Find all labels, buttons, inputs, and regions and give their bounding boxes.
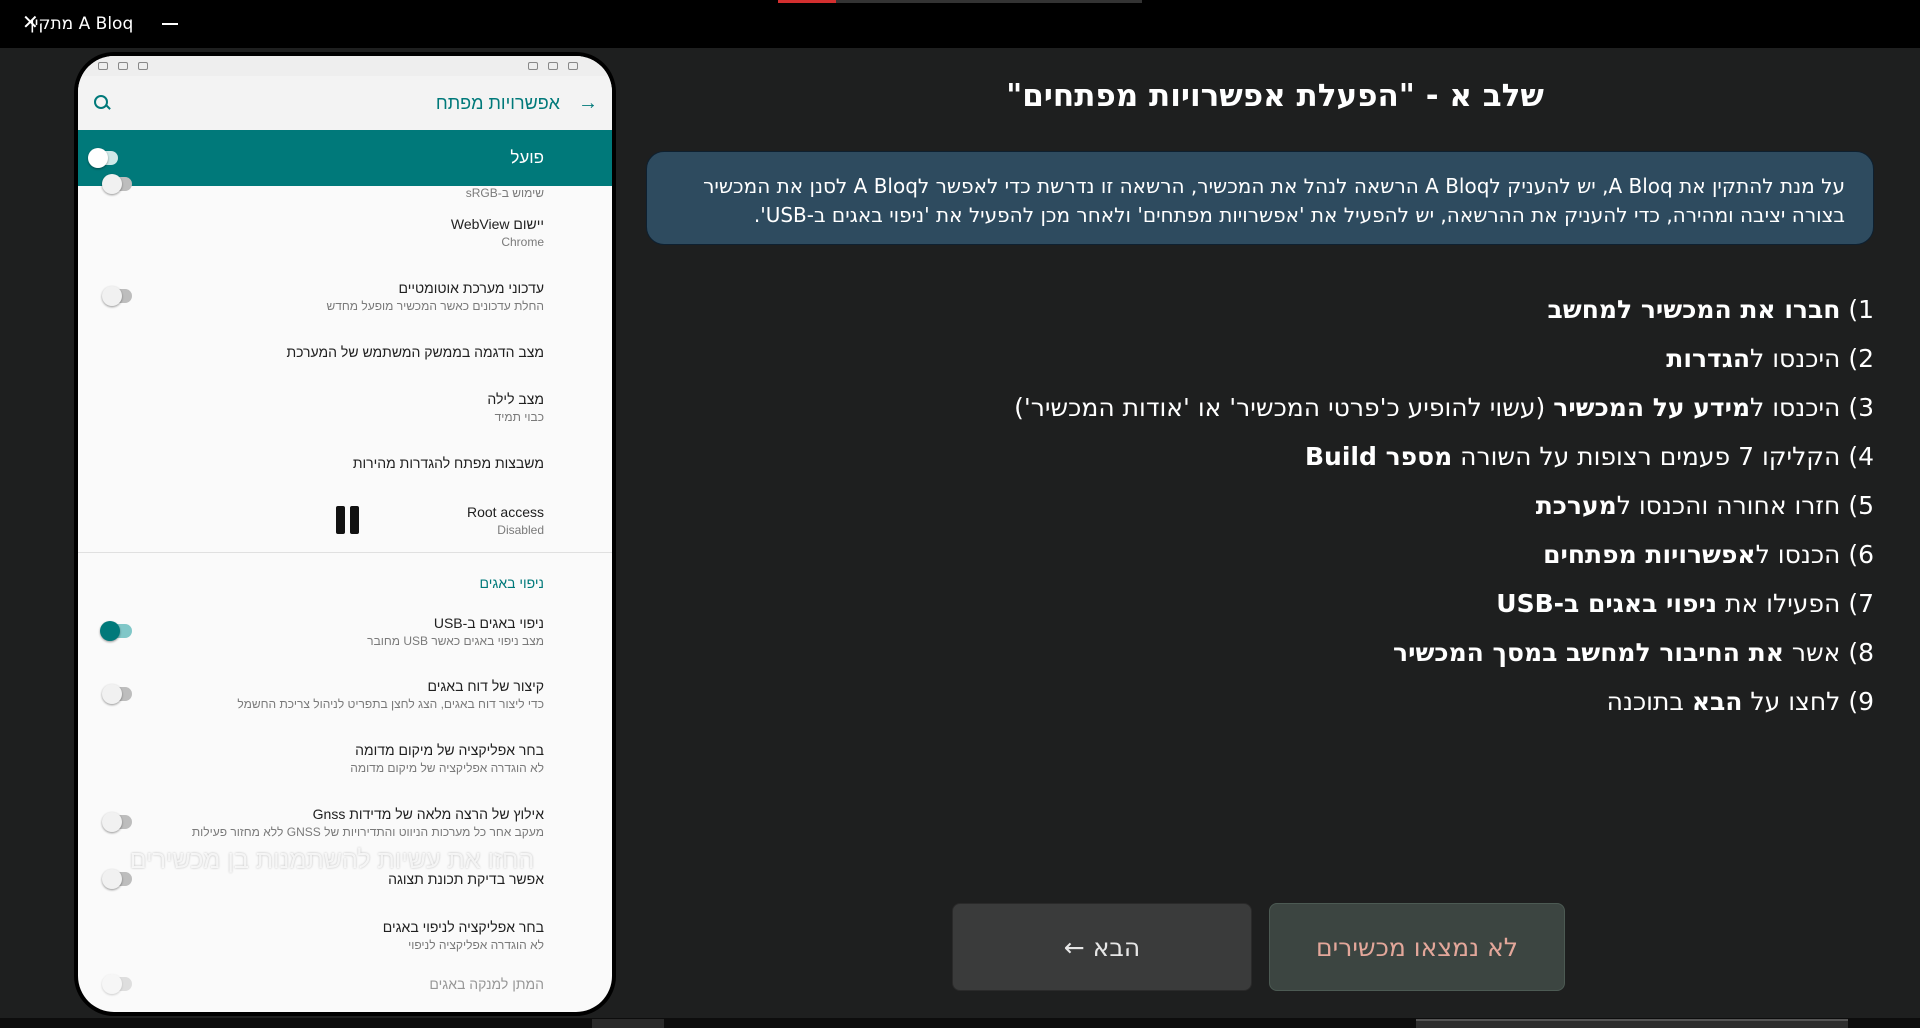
toggle-switch[interactable]: [102, 684, 132, 704]
phone-screen[interactable]: אפשרויות מפתח → פועל שימוש ב-sRGB יישום …: [78, 56, 612, 1012]
master-toggle-bar[interactable]: פועל: [78, 130, 612, 186]
item-title: ניפוי באגים ב-USB: [433, 614, 544, 631]
settings-item[interactable]: בחר אפליקציה של מיקום מדומה לא הוגדרה אפ…: [78, 727, 612, 789]
step-item: 2) היכנסו להגדרות: [1666, 344, 1874, 373]
title-bar: ✕ מתקין A Bloq: [0, 0, 1920, 48]
item-subtitle: שימוש ב-sRGB: [465, 185, 544, 200]
item-subtitle: לא הוגדרה אפליקציה של מיקום מדומה: [350, 760, 544, 775]
status-bar: [78, 56, 612, 76]
settings-item-root-access[interactable]: Root access Disabled: [78, 488, 612, 552]
usb-debugging-toggle[interactable]: [100, 621, 132, 641]
item-subtitle: לא הוגדרה אפליקציה לניפוי: [408, 937, 544, 952]
cast-icon: [528, 62, 538, 70]
phone-mirror: אפשרויות מפתח → פועל שימוש ב-sRGB יישום …: [74, 52, 616, 1016]
steps-list: 1) חברו את המכשיר למחשב 2) היכנסו להגדרו…: [1014, 292, 1874, 733]
section-title-debugging: ניפוי באגים: [479, 575, 544, 591]
window-title: מתקין A Bloq: [30, 14, 134, 34]
back-arrow-icon[interactable]: →: [578, 92, 598, 115]
camera-icon: [138, 62, 148, 70]
step-item: 9) לחצו על הבא בתוכנה: [1606, 687, 1874, 716]
settings-item[interactable]: מצב לילה כבוי תמיד: [78, 376, 612, 438]
step-item: 3) היכנסו למידע על המכשיר (עשוי להופיע כ…: [1014, 393, 1874, 422]
settings-item[interactable]: בחר אפליקציה לניפוי באגים לא הוגדרה אפלי…: [78, 903, 612, 967]
step-item: 5) חזרו אחורה והכנסו למערכת: [1535, 491, 1874, 520]
item-title: המתן למנקה באגים: [429, 976, 544, 992]
item-title: מצב הדגמה בממשק המשתמש של המערכת: [286, 344, 544, 360]
toggle-switch[interactable]: [102, 812, 132, 832]
progress-fill: [778, 0, 837, 3]
item-title: קיצור של דוח באגים: [427, 677, 545, 694]
item-subtitle: Disabled: [497, 522, 544, 537]
scroll-segment: [1416, 1019, 1848, 1028]
settings-item[interactable]: המתן למנקה באגים: [78, 967, 612, 1001]
settings-item[interactable]: קיצור של דוח באגים כדי ליצור דוח באגים, …: [78, 661, 612, 727]
item-subtitle: כבוי תמיד: [494, 409, 544, 424]
settings-item[interactable]: שימוש ב-sRGB: [78, 174, 612, 200]
step-item: 7) הפעילו את ניפוי באגים ב-USB: [1496, 589, 1874, 618]
master-toggle[interactable]: [88, 148, 118, 168]
page-title: שלב א - "הפעלת אפשרויות מפתחים": [1006, 78, 1544, 114]
signal-icon: [568, 62, 578, 70]
step-item: 1) חברו את המכשיר למחשב: [1547, 295, 1874, 324]
toggle-switch[interactable]: [102, 286, 132, 306]
no-devices-button[interactable]: לא נמצאו מכשירים: [1269, 903, 1565, 991]
next-button[interactable]: הבא ←: [952, 903, 1252, 991]
settings-item[interactable]: משבצות מפתח להגדרות מהירות: [78, 438, 612, 488]
step-item: 8) אשר את החיבור למחשב במסך המכשיר: [1393, 638, 1874, 667]
item-title: יישום WebView: [450, 215, 544, 232]
notification-icon: [98, 62, 108, 70]
settings-item-usb-debugging[interactable]: ניפוי באגים ב-USB מצב ניפוי באגים כאשר U…: [78, 601, 612, 661]
app-bar: אפשרויות מפתח →: [78, 76, 612, 130]
item-subtitle: מצב ניפוי באגים כאשר USB מחובר: [367, 633, 544, 648]
pause-icon[interactable]: [336, 506, 362, 534]
app-bar-title: אפשרויות מפתח: [435, 92, 560, 113]
toggle-switch[interactable]: [102, 174, 132, 194]
scroll-segment: [592, 1019, 664, 1028]
item-title: מצב לילה: [487, 390, 544, 407]
item-subtitle: החלת עדכונים כאשר המכשיר מופעל מחדש: [326, 298, 545, 313]
info-box: על מנת להתקין את A Bloq, יש להעניק לA Bl…: [646, 151, 1874, 245]
toggle-switch[interactable]: [102, 974, 132, 994]
bottom-bar: [0, 1018, 1920, 1028]
item-title: Root access: [466, 503, 544, 520]
search-icon[interactable]: [92, 94, 110, 112]
progress-bar: [778, 0, 1142, 3]
item-title: עדכוני מערכת אוטומטיים: [398, 279, 544, 296]
item-title: משבצות מפתח להגדרות מהירות: [352, 455, 544, 471]
item-title: אילוץ של הרצה מלאה של מדידות Gnss: [312, 805, 544, 822]
item-title: בחר אפליקציה לניפוי באגים: [382, 918, 544, 935]
notification-icon: [118, 62, 128, 70]
settings-item[interactable]: יישום WebView Chrome: [78, 200, 612, 264]
settings-list: שימוש ב-sRGB יישום WebView Chrome עדכוני…: [78, 174, 612, 1001]
settings-item[interactable]: מצב הדגמה בממשק המשתמש של המערכת: [78, 328, 612, 376]
item-title: בחר אפליקציה של מיקום מדומה: [355, 741, 544, 758]
master-toggle-label: פועל: [510, 148, 544, 167]
minimize-icon[interactable]: [162, 23, 178, 25]
item-subtitle: כדי ליצור דוח באגים, הצג לחצן בתפריט לני…: [237, 696, 544, 711]
settings-item[interactable]: עדכוני מערכת אוטומטיים החלת עדכונים כאשר…: [78, 264, 612, 328]
step-item: 6) הכנסו לאפשרויות מפתחים: [1543, 540, 1874, 569]
overlay-caption: החזו את עשיות להשתמנות בן מכשירים: [129, 846, 535, 874]
info-text: על מנת להתקין את A Bloq, יש להעניק לA Bl…: [703, 174, 1845, 227]
item-subtitle: מעקב אחר כל מערכות הניווט והתדירויות של …: [191, 824, 544, 839]
item-subtitle: Chrome: [501, 234, 544, 249]
wifi-icon: [548, 62, 558, 70]
step-item: 4) הקליקו 7 פעמים רצופות על השורה מספר B…: [1305, 442, 1874, 471]
